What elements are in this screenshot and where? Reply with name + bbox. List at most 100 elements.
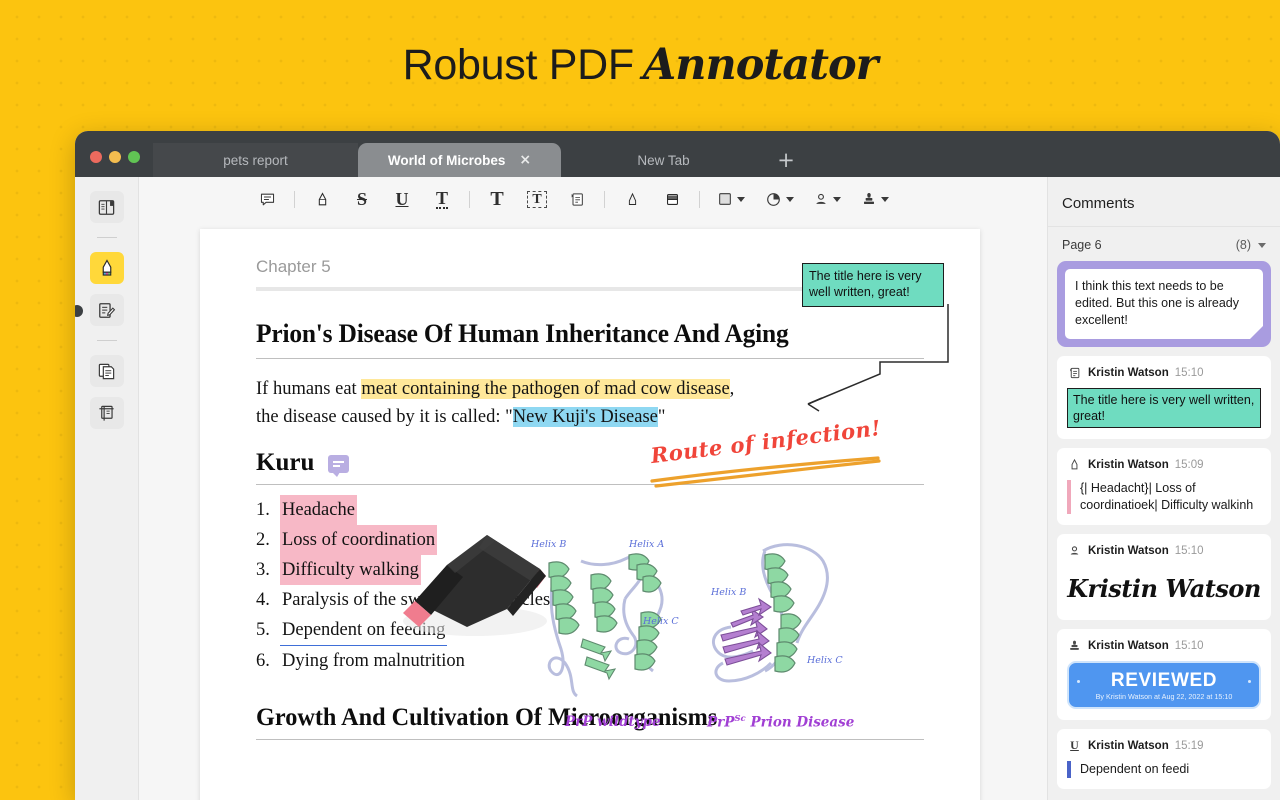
stamp-pip-left <box>1077 680 1080 683</box>
chevron-down-icon[interactable] <box>881 196 889 202</box>
figure-caption-prion-main: PrP <box>707 714 735 731</box>
eraser-tool[interactable] <box>652 184 692 214</box>
comment-cards: I think this text needs to be edited. Bu… <box>1048 261 1280 789</box>
signature-icon <box>1067 543 1082 558</box>
tab-new-tab[interactable]: New Tab <box>561 143 766 177</box>
comment-card-underline[interactable]: U Kristin Watson 15:19 Dependent on feed… <box>1057 729 1271 789</box>
comment-card-header: U Kristin Watson 15:19 <box>1067 738 1261 753</box>
figure-caption-prion: PrPSc Prion Disease <box>707 714 854 731</box>
pdf-page[interactable]: Chapter 5 Prion's Disease Of Human Inher… <box>200 229 980 800</box>
underline-tool[interactable]: U <box>382 184 422 214</box>
helix-label-b-prion: Helix B <box>710 587 746 598</box>
chevron-down-icon[interactable] <box>785 196 794 202</box>
highlight-tool[interactable] <box>302 184 342 214</box>
pages-icon <box>98 363 115 379</box>
shape-circle-icon <box>766 192 780 206</box>
close-icon[interactable]: × <box>519 153 531 167</box>
blue-highlight[interactable]: New Kuji's Disease <box>512 407 658 427</box>
minimize-window-button[interactable] <box>109 151 121 163</box>
list-number: 1. <box>256 500 270 520</box>
list-number: 3. <box>256 560 270 580</box>
tab-world-of-microbes[interactable]: World of Microbes × <box>358 143 561 177</box>
callout-connector <box>807 304 949 412</box>
comment-card-callout[interactable]: Kristin Watson 15:10 The title here is v… <box>1057 356 1271 439</box>
text-icon: T <box>490 187 504 210</box>
comment-card-header: Kristin Watson 15:10 <box>1067 638 1261 653</box>
chevron-down-icon[interactable] <box>737 196 745 202</box>
eraser-icon <box>666 193 678 205</box>
list-number: 5. <box>256 620 270 640</box>
comments-page-meta: (8) <box>1236 238 1266 252</box>
text-box-tool[interactable]: T <box>517 184 557 214</box>
chevron-down-icon[interactable] <box>1258 242 1266 248</box>
highlighter-pen-image <box>403 535 547 636</box>
comment-time: 15:10 <box>1174 544 1204 557</box>
comment-author: Kristin Watson <box>1088 639 1169 652</box>
callout-line-1: The title here is very <box>809 269 922 283</box>
yellow-highlight[interactable]: meat containing the pathogen of mad cow … <box>361 379 730 399</box>
zoom-window-button[interactable] <box>128 151 140 163</box>
text-tool[interactable]: T <box>477 184 517 214</box>
signature-tool[interactable] <box>803 184 851 214</box>
comment-marker-icon[interactable] <box>328 455 350 477</box>
highlighter-icon <box>1067 457 1082 472</box>
callout-note[interactable]: The title here is very well written, gre… <box>802 263 944 307</box>
squiggly-underline-icon: T <box>435 187 448 209</box>
rail-divider <box>96 340 117 341</box>
paragraph-line1-post: , <box>729 379 735 399</box>
section-rule <box>256 484 924 485</box>
toolbar-divider <box>699 190 700 208</box>
comment-card-signature[interactable]: Kristin Watson 15:10 Kristin Watson <box>1057 534 1271 620</box>
toolbar-divider <box>604 190 605 208</box>
comment-time: 15:10 <box>1174 639 1204 652</box>
comment-author: Kristin Watson <box>1088 458 1169 471</box>
left-rail <box>75 177 139 800</box>
sidebar-item-reader-view[interactable] <box>89 191 124 223</box>
shape-tool[interactable] <box>707 184 755 214</box>
banner-title: Robust PDF Annotator <box>403 40 879 90</box>
new-tab-button[interactable]: + <box>766 143 806 177</box>
squiggly-underline-tool[interactable]: T <box>422 184 462 214</box>
window-controls <box>75 151 153 177</box>
page-banner: Robust PDF Annotator <box>0 0 1280 130</box>
list-number: 6. <box>256 651 270 671</box>
paragraph-line2-post: " <box>657 407 666 427</box>
toolbar-divider <box>294 190 295 208</box>
helix-label-c-prion: Helix C <box>806 655 843 666</box>
comment-card-highlight[interactable]: Kristin Watson 15:09 {| Headacht}| Loss … <box>1057 448 1271 525</box>
stamp-icon <box>864 193 874 204</box>
comment-author: Kristin Watson <box>1088 544 1169 557</box>
sidebar-item-pages[interactable] <box>89 355 124 387</box>
comment-card-stamp[interactable]: Kristin Watson 15:10 REVIEWED By Kristin… <box>1057 629 1271 720</box>
sidebar-item-highlighter[interactable] <box>89 252 124 284</box>
pen-tool[interactable] <box>612 184 652 214</box>
figure-caption-prion-sup: Sc <box>734 714 746 724</box>
tab-pets-report[interactable]: pets report <box>153 143 358 177</box>
close-window-button[interactable] <box>90 151 102 163</box>
comment-bubble-text: I think this text needs to be edited. Bu… <box>1065 269 1263 339</box>
comment-quote: The title here is very well written, gre… <box>1067 388 1261 428</box>
banner-title-script: Annotator <box>642 40 878 90</box>
callout-line-2: well written, great! <box>809 284 910 299</box>
sidebar-item-crop[interactable] <box>89 397 124 429</box>
sidebar-item-annotate[interactable] <box>89 294 124 326</box>
strikethrough-tool[interactable]: S <box>342 184 382 214</box>
rail-drag-handle[interactable] <box>75 305 83 317</box>
lasso-tool[interactable] <box>755 184 803 214</box>
comment-card-note[interactable]: I think this text needs to be edited. Bu… <box>1057 261 1271 347</box>
stamp-tool[interactable] <box>851 184 899 214</box>
sticky-note-tool[interactable] <box>247 184 287 214</box>
app-window: pets report World of Microbes × New Tab … <box>75 131 1280 800</box>
comment-icon <box>260 193 274 205</box>
comments-page-row[interactable]: Page 6 (8) <box>1048 227 1280 261</box>
chevron-down-icon[interactable] <box>833 196 841 202</box>
pen-icon <box>628 192 636 205</box>
list-text[interactable]: Headache <box>280 495 357 525</box>
window-body: S U T T T Chapter 5 Prion's Disease Of H… <box>75 177 1280 800</box>
text-callout-icon <box>1067 365 1082 380</box>
comments-count: (8) <box>1235 238 1251 252</box>
text-callout-tool[interactable] <box>557 184 597 214</box>
comments-page-label: Page 6 <box>1062 238 1102 252</box>
stamp-icon <box>1067 638 1082 653</box>
comment-quote: Dependent on feedi <box>1067 761 1261 778</box>
